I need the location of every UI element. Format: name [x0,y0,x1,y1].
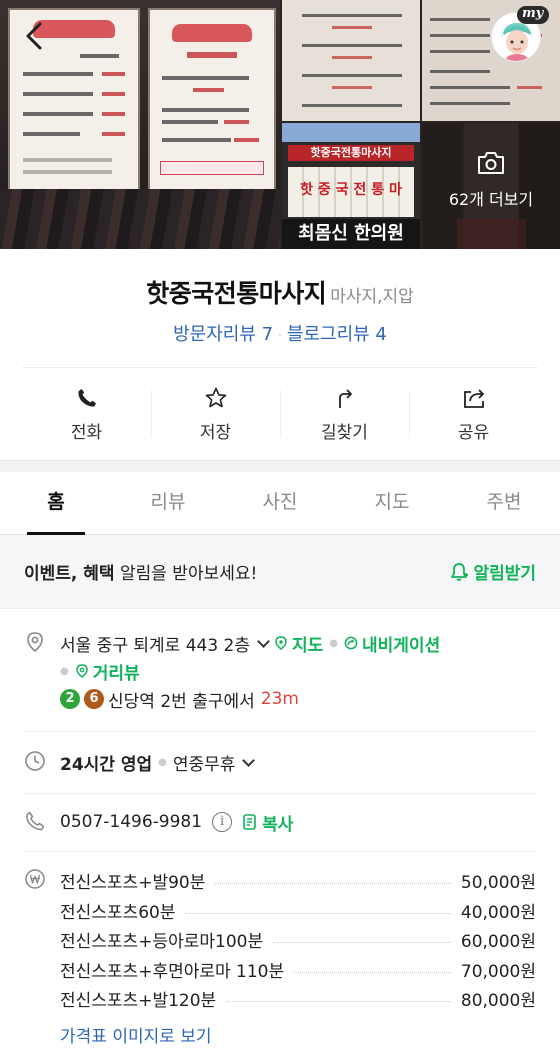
tab-home[interactable]: 홈 [0,472,112,535]
location-pin-icon [27,632,43,653]
price-item-value: 70,000원 [460,961,536,982]
phone-outline-icon [26,811,45,831]
chevron-down-icon[interactable] [257,634,270,648]
place-category: 마사지,지압 [330,287,414,307]
notification-banner: 이벤트, 혜택 알림을 받아보세요! 알림받기 [0,535,560,609]
back-button[interactable] [18,18,54,54]
price-poster-right [148,8,276,193]
call-label: 전화 [70,422,103,443]
price-item-name: 전신스포츠60분 [60,902,176,923]
price-item: 전신스포츠+발120분 80,000원 [60,984,536,1014]
separator-dot: · [278,328,282,342]
share-button[interactable]: 공유 [409,368,538,460]
place-info: 서울 중구 퇴계로 443 2층 지도 ● 내비게이션 ● 거리뷰 2 6 신당… [0,609,560,1047]
star-icon [205,387,226,407]
my-badge[interactable]: my [517,6,550,24]
price-item: 전신스포츠+등아로마100분 60,000원 [60,925,536,955]
hours-status: 24시간 영업 [60,754,153,775]
more-photos-overlay[interactable]: 62개 더보기 [422,150,560,210]
station-distance: 23m [260,689,299,709]
subscribe-label: 알림받기 [473,564,536,584]
navigation-icon [344,636,358,650]
price-row: 전신스포츠+발90분 50,000원 전신스포츠60분 40,000원 전신스포츠+… [24,852,536,1047]
street-view-link[interactable]: 거리뷰 [93,659,140,684]
bell-plus-icon [451,562,469,581]
subway-line-2-badge: 2 [60,689,80,709]
more-photos-label: 62개 더보기 [448,190,534,209]
directions-button[interactable]: 길찾기 [280,368,409,460]
clock-icon [25,751,45,771]
map-pin-icon [275,636,287,650]
directions-label: 길찾기 [321,422,368,443]
hours-holiday: 연중무휴 [172,754,236,775]
address-row: 서울 중구 퇴계로 443 2층 지도 ● 내비게이션 ● 거리뷰 2 6 신당… [24,609,536,732]
price-item: 전신스포츠+발90분 50,000원 [60,866,536,896]
directions-icon [338,388,352,408]
won-currency-icon [25,869,45,889]
copy-icon [243,814,256,830]
chevron-left-icon [26,22,42,50]
notification-text: 이벤트, 혜택 알림을 받아보세요! [24,564,258,584]
price-item-value: 80,000원 [460,991,536,1012]
photo-thumb-1[interactable] [282,0,420,121]
price-item-name: 전신스포츠+발120분 [60,991,217,1012]
storefront-sign-strip: 핫 중 국 전 통 마 [288,167,414,217]
navigation-link[interactable]: 내비게이션 [362,631,440,656]
station-exit: 2번 출구에서 [160,691,255,712]
poster-title-right [172,24,252,42]
save-button[interactable]: 저장 [151,368,280,460]
map-link[interactable]: 지도 [292,631,323,656]
price-item-name: 전신스포츠+후면아로마 110분 [60,961,285,982]
visitor-review-link[interactable]: 방문자리뷰 7 [173,324,273,345]
price-item-name: 전신스포츠+등아로마100분 [60,932,264,953]
action-bar: 전화 저장 길찾기 공유 [22,367,538,460]
blog-review-link[interactable]: 블로그리뷰 4 [287,324,387,345]
review-links: 방문자리뷰 7 · 블로그리뷰 4 [0,320,560,346]
price-image-link[interactable]: 가격표 이미지로 보기 [60,1022,536,1047]
tab-bar: 홈 리뷰 사진 지도 주변 [0,472,560,535]
street-view-icon [75,664,88,678]
phone-number[interactable]: 0507-1496-9981 [60,812,202,832]
price-item: 전신스포츠60분 40,000원 [60,896,536,926]
separator-dot: ● [329,637,339,649]
price-item-value: 40,000원 [460,902,536,923]
section-divider [0,460,560,472]
price-item-name: 전신스포츠+발90분 [60,873,206,894]
share-icon [463,388,484,408]
price-item-value: 50,000원 [460,873,536,894]
hours-row[interactable]: 24시간 영업 ● 연중무휴 [24,732,536,794]
subscribe-notification-button[interactable]: 알림받기 [449,559,536,584]
storefront-red-sign: 핫중국전통마사지 [288,145,414,161]
phone-icon [77,388,96,407]
price-item-value: 60,000원 [460,932,536,953]
separator-dot: ● [158,756,167,768]
copy-button[interactable]: 복사 [262,810,293,835]
tab-map[interactable]: 지도 [336,472,448,534]
share-label: 공유 [457,422,490,443]
subway-line-6-badge: 6 [84,689,104,709]
tab-reviews[interactable]: 리뷰 [112,472,224,534]
storefront-black-sign: 최몸신 한의원 [282,219,420,249]
poster-footer [159,161,265,175]
chevron-down-icon[interactable] [242,753,256,767]
tab-nearby[interactable]: 주변 [448,472,560,534]
place-header: 핫중국전통마사지 마사지,지압 방문자리뷰 7 · 블로그리뷰 4 [0,249,560,367]
phone-row: 0507-1496-9981 i 복사 [24,794,536,852]
camera-icon [478,152,504,174]
address-text[interactable]: 서울 중구 퇴계로 443 2층 [60,631,250,656]
save-label: 저장 [199,422,232,443]
photo-gallery[interactable]: 핫중국전통마사지 핫 중 국 전 통 마 최몸신 한의원 my 62개 더보기 [0,0,560,249]
separator-dot: ● [60,665,69,677]
photo-thumb-storefront[interactable]: 핫중국전통마사지 핫 중 국 전 통 마 최몸신 한의원 [282,123,420,249]
call-button[interactable]: 전화 [22,368,151,460]
place-name: 핫중국전통마사지 [146,279,327,308]
tab-photos[interactable]: 사진 [224,472,336,534]
station-name: 신당역 [108,691,155,712]
info-icon[interactable]: i [212,812,233,832]
price-item: 전신스포츠+후면아로마 110분 70,000원 [60,955,536,985]
